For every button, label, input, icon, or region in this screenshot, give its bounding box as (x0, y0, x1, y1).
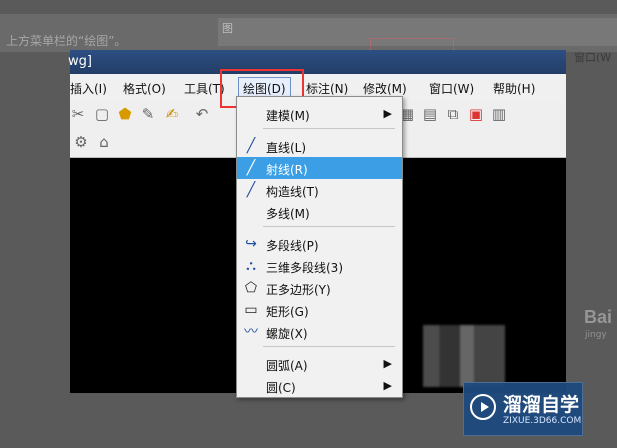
3d-polyline-icon: ⛬ (246, 258, 256, 274)
undo-icon[interactable]: ↶ (194, 106, 210, 122)
menu-insert[interactable]: 插入(I) (70, 80, 107, 97)
menu-item-construction-line[interactable]: ╱ 构造线(T) (237, 179, 402, 201)
menu-item-label: 圆弧(A) (266, 359, 308, 373)
background-top-label: 图 (222, 22, 233, 35)
ray-icon: ╱ (246, 160, 256, 176)
background-caption: 上方菜单栏的“绘图”。 (6, 34, 127, 48)
help-icon[interactable]: ▥ (491, 106, 507, 122)
menu-item-circle[interactable]: 圆(C) ▶ (237, 375, 402, 397)
cut-icon[interactable]: ✂ (70, 106, 86, 122)
menu-separator (263, 128, 395, 129)
menu-item-multiline[interactable]: 多线(M) (237, 201, 402, 223)
menu-item-label: 三维多段线(3) (266, 261, 343, 275)
settings-icon[interactable]: ⚙ (73, 134, 89, 150)
window-title: wg] (68, 54, 92, 69)
menu-help[interactable]: 帮助(H) (493, 80, 535, 97)
menu-item-label: 多线(M) (266, 207, 310, 221)
brand-site: ZIXUE.3D66.COM (503, 416, 582, 426)
blurred-watermark-patch (423, 325, 505, 387)
draw-dropdown-menu: 建模(M) ▶ ╱ 直线(L) ╱ 射线(R) ╱ 构造线(T) 多线(M) ↪… (236, 96, 403, 398)
menu-item-label: 矩形(G) (266, 305, 309, 319)
menu-item-helix[interactable]: 〰 螺旋(X) (237, 321, 402, 343)
menu-item-label: 螺旋(X) (266, 327, 308, 341)
layer-icon[interactable]: ▤ (422, 106, 438, 122)
menu-item-label: 圆(C) (266, 381, 296, 395)
menu-item-label: 射线(R) (266, 163, 308, 177)
menu-item-ray[interactable]: ╱ 射线(R) (237, 157, 402, 179)
properties-icon[interactable]: ⧉ (445, 106, 461, 122)
menu-item-label: 直线(L) (266, 141, 307, 155)
line-icon: ╱ (246, 138, 256, 154)
submenu-arrow-icon: ▶ (383, 379, 392, 392)
background-window-label: 窗口(W (574, 51, 612, 64)
menu-separator (263, 226, 395, 227)
tool-icon[interactable]: ⌂ (96, 134, 112, 150)
menu-format[interactable]: 格式(O) (123, 80, 166, 97)
menu-item-label: 建模(M) (266, 109, 310, 123)
match-icon[interactable]: ✍ (164, 106, 180, 122)
menu-item-polyline[interactable]: ↪ 多段线(P) (237, 233, 402, 255)
menu-item-label: 正多边形(Y) (266, 283, 331, 297)
menu-item-3d-polyline[interactable]: ⛬ 三维多段线(3) (237, 255, 402, 277)
calculator-icon[interactable]: ▣ (468, 106, 484, 122)
brand-name: 溜溜自学 (503, 395, 580, 416)
submenu-arrow-icon: ▶ (383, 107, 392, 120)
menu-tools[interactable]: 工具(T) (184, 80, 225, 97)
brush-icon[interactable]: ✎ (140, 106, 156, 122)
play-logo-icon (470, 394, 496, 420)
menu-item-arc[interactable]: 圆弧(A) ▶ (237, 353, 402, 375)
polyline-icon: ↪ (245, 236, 257, 252)
polygon-icon: ⬠ (244, 280, 258, 296)
paste-icon[interactable]: ⬟ (117, 106, 133, 122)
menu-item-label: 多段线(P) (266, 239, 319, 253)
menu-item-label: 构造线(T) (266, 185, 319, 199)
menu-dimension[interactable]: 标注(N) (306, 80, 348, 97)
menu-window[interactable]: 窗口(W) (429, 80, 474, 97)
menu-separator (263, 346, 395, 347)
helix-icon: 〰 (244, 324, 258, 340)
title-bar: wg] (68, 50, 566, 74)
rectangle-icon: ▭ (244, 302, 258, 318)
baidu-watermark: Bai (584, 307, 613, 327)
construction-line-icon: ╱ (246, 182, 256, 198)
menu-item-line[interactable]: ╱ 直线(L) (237, 135, 402, 157)
copy-icon[interactable]: ▢ (94, 106, 110, 122)
menu-item-polygon[interactable]: ⬠ 正多边形(Y) (237, 277, 402, 299)
menu-item-modeling[interactable]: 建模(M) ▶ (237, 103, 402, 125)
menu-item-rectangle[interactable]: ▭ 矩形(G) (237, 299, 402, 321)
menu-modify[interactable]: 修改(M) (363, 80, 407, 97)
submenu-arrow-icon: ▶ (383, 357, 392, 370)
brand-watermark: 溜溜自学 ZIXUE.3D66.COM (463, 382, 583, 436)
baidu-watermark-sub: jingy (585, 330, 607, 340)
